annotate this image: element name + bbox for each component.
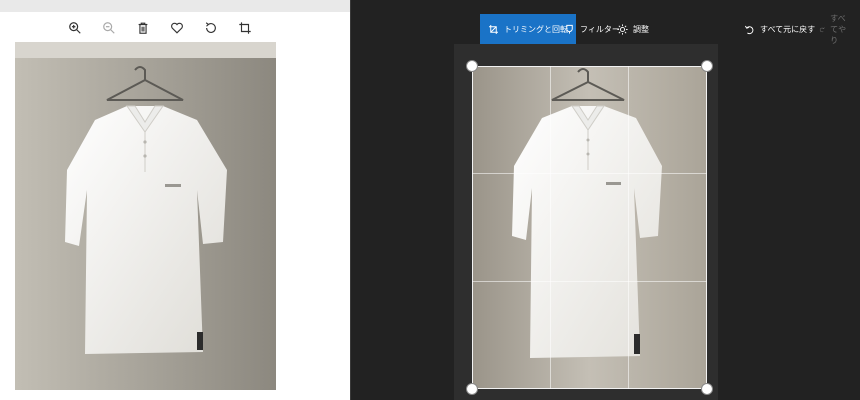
undo-icon	[744, 25, 754, 34]
rotate-button[interactable]	[200, 17, 222, 39]
filter-icon	[566, 24, 573, 34]
tab-adjust-label: 調整	[633, 24, 649, 34]
zoom-in-button[interactable]	[64, 17, 86, 39]
favorite-icon	[171, 22, 183, 34]
screenshot-root: トリミングと回転 フィルター 調整 すべて元に戻す すべてやり	[0, 0, 860, 400]
zoom-out-icon	[103, 22, 115, 34]
delete-button[interactable]	[132, 17, 154, 39]
viewer-title-strip	[0, 0, 350, 12]
redo-icon	[819, 26, 825, 32]
brightness-icon	[617, 23, 628, 35]
shirt-crop-illustration	[472, 66, 707, 389]
undo-all-label: すべて元に戻す	[760, 24, 816, 34]
crop-icon	[489, 24, 498, 34]
crop-handle-top-right[interactable]	[701, 60, 713, 72]
crop-handle-bottom-left[interactable]	[466, 383, 478, 395]
shirt-photo-illustration	[15, 42, 276, 390]
crop-handle-top-left[interactable]	[466, 60, 478, 72]
favorite-button[interactable]	[166, 17, 188, 39]
crop-handle-bottom-right[interactable]	[701, 383, 713, 395]
crop-icon	[239, 22, 251, 34]
shirt-photo	[15, 42, 276, 390]
rotate-icon	[205, 22, 216, 33]
zoom-out-button[interactable]	[98, 17, 120, 39]
photo-editor-pane: トリミングと回転 フィルター 調整 すべて元に戻す すべてやり	[351, 0, 860, 400]
redo-all-button[interactable]: すべてやり	[811, 13, 860, 45]
crop-grid-line	[628, 66, 629, 389]
zoom-in-icon	[69, 22, 81, 34]
viewer-toolbar	[60, 16, 260, 40]
crop-grid-line	[472, 281, 707, 282]
crop-grid-line	[472, 173, 707, 174]
crop-grid-line	[550, 66, 551, 389]
tab-adjust[interactable]: 調整	[609, 14, 657, 44]
editor-toolbar: トリミングと回転 フィルター 調整 すべて元に戻す すべてやり	[351, 10, 860, 45]
redo-all-label: すべてやり	[830, 13, 847, 45]
crop-button[interactable]	[234, 17, 256, 39]
photo-viewer-pane	[0, 0, 350, 400]
crop-preview-photo	[472, 66, 707, 389]
delete-icon	[138, 22, 148, 34]
